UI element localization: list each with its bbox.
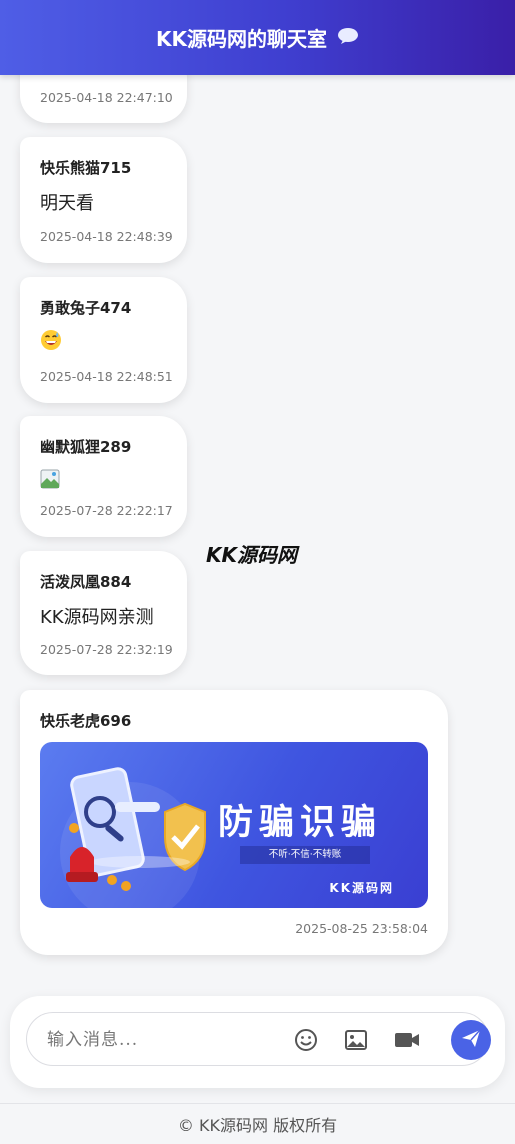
video-icon[interactable]	[393, 1027, 419, 1053]
banner-brand: KK源码网	[329, 881, 394, 895]
message-bubble: 快乐老虎696 防骗识骗 不听·不信·不转账 KK源码网 2025-08-25 …	[20, 690, 448, 955]
message-time: 2025-04-18 22:48:39	[40, 229, 173, 244]
image-icon[interactable]	[343, 1027, 369, 1053]
chat-title: KK源码网的聊天室	[156, 27, 327, 51]
send-icon	[460, 1027, 482, 1053]
banner-title: 防骗识骗	[218, 803, 383, 843]
message-time: 2025-07-28 22:32:19	[40, 642, 173, 657]
message-sender: 幽默狐狸289	[40, 438, 132, 456]
chat-header: KK源码网的聊天室	[0, 0, 515, 75]
anti-fraud-banner-image[interactable]: 防骗识骗 不听·不信·不转账 KK源码网	[40, 742, 428, 908]
message-sender: 快乐熊猫715	[40, 159, 132, 177]
message-bubble: 勇敢兔子474 2025-04-18 22:48:51	[20, 277, 187, 403]
message-time: 2025-08-25 23:58:04	[295, 921, 428, 936]
message-time: 2025-04-18 22:47:10	[40, 90, 173, 105]
message-input[interactable]	[47, 1027, 277, 1053]
message-sender: 快乐老虎696	[40, 712, 132, 730]
message-time: 2025-04-18 22:48:51	[40, 369, 173, 384]
message-list[interactable]: 2025-04-18 22:47:10 快乐熊猫715 明天看 2025-04-…	[0, 75, 515, 987]
composer-pill	[26, 1012, 491, 1066]
message-bubble: 2025-04-18 22:47:10	[20, 75, 187, 123]
speech-bubble-icon	[337, 26, 359, 50]
banner-subtitle: 不听·不信·不转账	[240, 846, 370, 864]
footer: © KK源码网 版权所有	[0, 1103, 515, 1144]
message-sender: 活泼凤凰884	[40, 573, 132, 591]
message-composer	[10, 996, 505, 1088]
grinning-sweat-emoji-icon	[40, 329, 62, 351]
watermark: KK源码网	[206, 543, 297, 567]
message-bubble: 快乐熊猫715 明天看 2025-04-18 22:48:39	[20, 137, 187, 263]
message-text: KK源码网亲测	[40, 607, 154, 628]
message-bubble: 活泼凤凰884 KK源码网亲测 2025-07-28 22:32:19	[20, 551, 187, 675]
emoji-icon[interactable]	[293, 1027, 319, 1053]
send-button[interactable]	[451, 1020, 491, 1060]
copyright-text: © KK源码网 版权所有	[177, 1116, 338, 1135]
message-time: 2025-07-28 22:22:17	[40, 503, 173, 518]
message-text: 明天看	[40, 193, 94, 214]
message-bubble: 幽默狐狸289 2025-07-28 22:22:17	[20, 416, 187, 537]
message-sender: 勇敢兔子474	[40, 299, 132, 317]
broken-image-icon[interactable]	[40, 469, 60, 489]
